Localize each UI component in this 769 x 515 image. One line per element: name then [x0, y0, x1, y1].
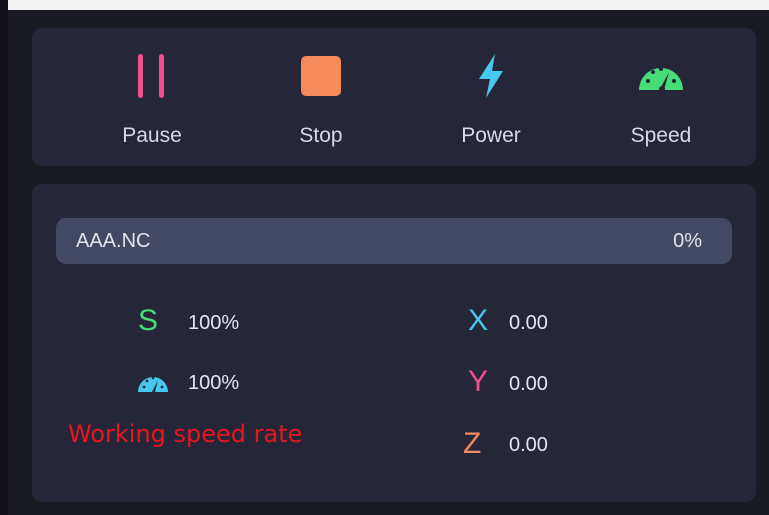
y-axis-value: 0.00 [509, 373, 548, 395]
speed-label: Speed [630, 124, 692, 147]
job-progress-bar: AAA.NC 0% [56, 218, 732, 264]
speed-button[interactable]: Speed [586, 28, 736, 166]
stop-label: Stop [299, 124, 343, 147]
app-frame: Pause Stop Power Speed AAA.NC 0% S 100% … [0, 0, 769, 515]
job-progress-percent: 0% [673, 230, 702, 252]
pause-label: Pause [122, 124, 182, 147]
spindle-letter: S [138, 304, 159, 337]
job-file-name: AAA.NC [76, 230, 151, 252]
z-axis-letter: Z [463, 427, 482, 460]
pause-button[interactable]: Pause [77, 28, 227, 166]
control-panel: Pause Stop Power Speed [32, 28, 756, 166]
speed-rate-annotation: Working speed rate [68, 420, 303, 448]
x-axis-letter: X [468, 304, 489, 337]
lightning-icon [466, 50, 516, 102]
left-edge [0, 0, 8, 515]
speedometer-icon [136, 371, 170, 395]
x-axis-value: 0.00 [509, 312, 548, 334]
status-panel: AAA.NC 0% S 100% 100% X 0.00 Y 0.00 Z 0.… [32, 184, 756, 502]
spindle-value: 100% [188, 312, 240, 334]
power-button[interactable]: Power [416, 28, 566, 166]
feed-value: 100% [188, 372, 240, 394]
z-axis-value: 0.00 [509, 434, 548, 456]
top-edge [0, 0, 769, 10]
y-axis-letter: Y [468, 365, 489, 398]
speedometer-icon [636, 50, 686, 102]
stop-icon [296, 50, 346, 102]
power-label: Power [461, 124, 521, 147]
pause-icon [127, 50, 177, 102]
stop-button[interactable]: Stop [246, 28, 396, 166]
